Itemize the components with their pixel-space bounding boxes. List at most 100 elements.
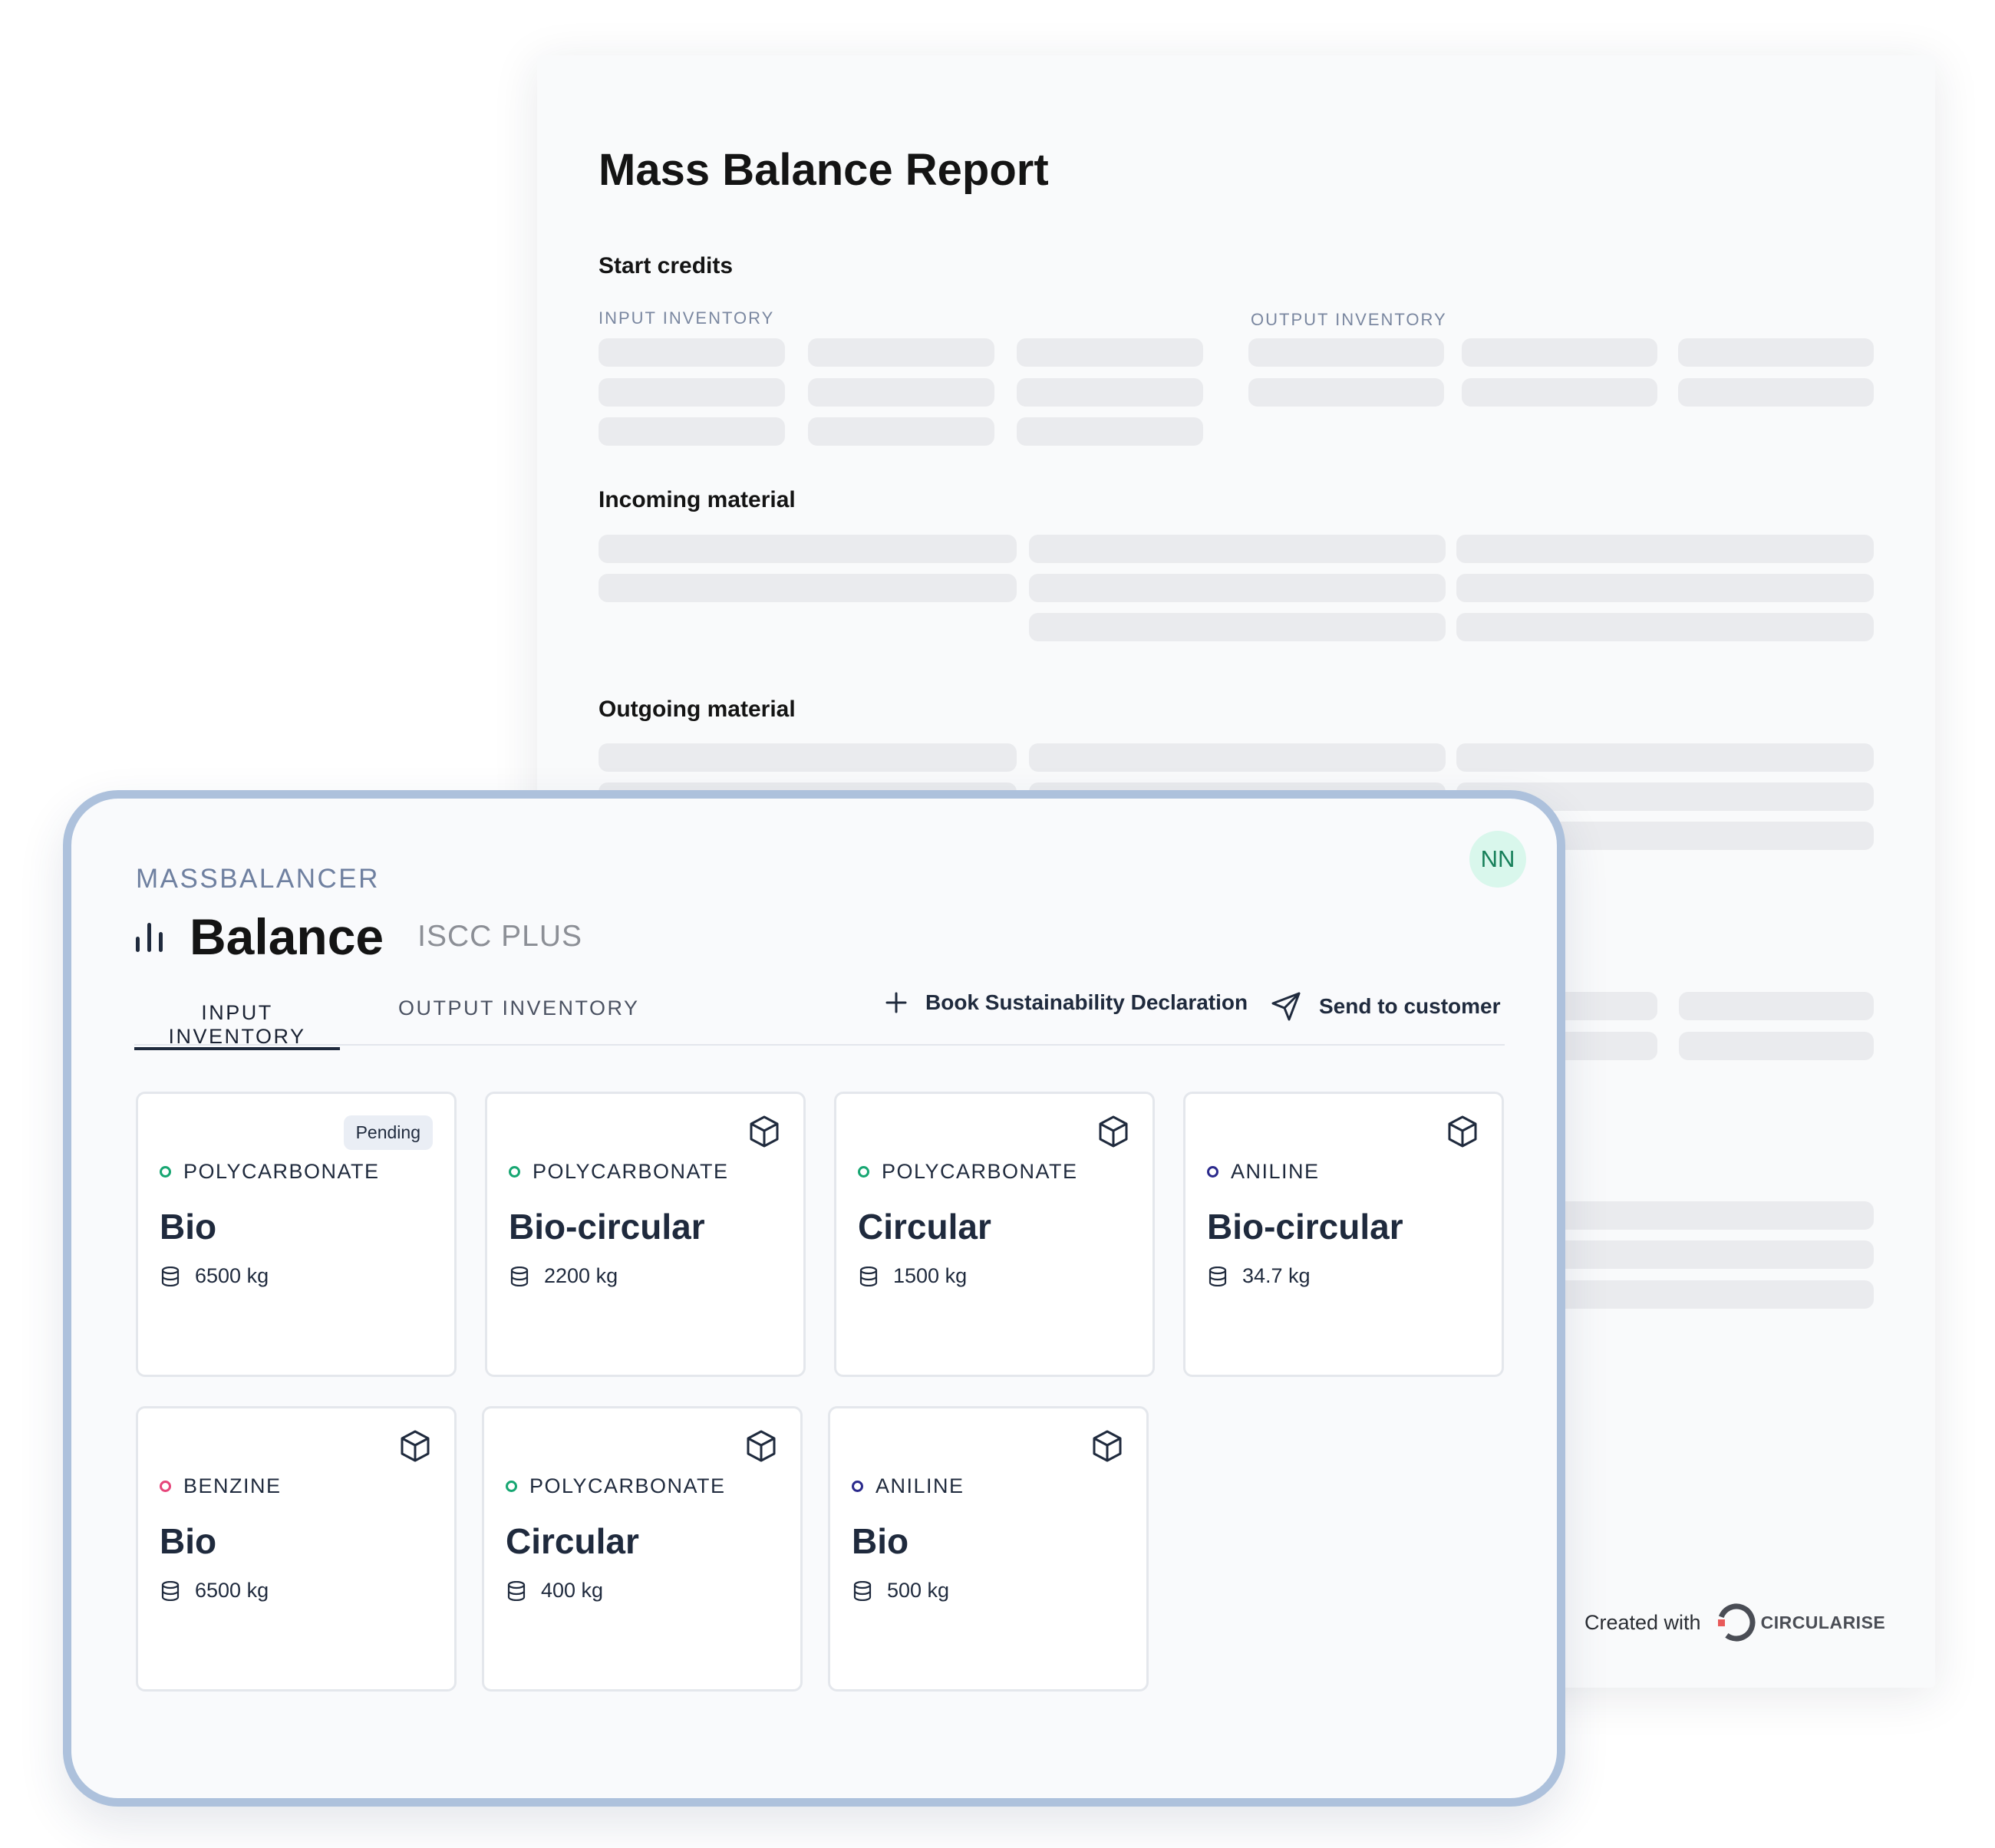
skeleton-cell (808, 338, 994, 367)
created-with-text: Created with (1584, 1610, 1701, 1634)
skeleton-cell (1462, 338, 1657, 367)
output-inventory-label: OUTPUT INVENTORY (1251, 310, 1447, 329)
inventory-card[interactable]: Pending POLYCARBONATE Bio 6500 kg (136, 1092, 457, 1377)
skeleton-cell (598, 378, 785, 407)
page-title: Balance (190, 908, 384, 965)
package-icon (750, 1115, 779, 1148)
send-to-customer-label: Send to customer (1319, 994, 1501, 1018)
quantity: 1500 kg (859, 1264, 967, 1288)
skeleton-cell (1679, 1032, 1874, 1060)
quantity-value: 1500 kg (893, 1264, 968, 1287)
package-icon (1099, 1115, 1128, 1148)
material-name: ANILINE (1231, 1160, 1320, 1183)
credit-type: Circular (506, 1521, 639, 1561)
quantity-value: 400 kg (541, 1579, 604, 1602)
circularise-logo: CIRCULARISE (1715, 1601, 1886, 1644)
database-icon (859, 1266, 878, 1286)
status-dot-icon (852, 1481, 863, 1492)
database-icon (507, 1580, 526, 1601)
input-inventory-label: INPUT INVENTORY (598, 308, 775, 328)
book-declaration-label: Book Sustainability Declaration (925, 990, 1248, 1014)
skeleton-cell (808, 378, 994, 407)
bar-chart-icon (136, 923, 163, 952)
quantity-value: 500 kg (887, 1579, 950, 1602)
quantity: 6500 kg (161, 1579, 269, 1603)
inventory-card[interactable]: ANILINE Bio-circular 34.7 kg (1183, 1092, 1504, 1377)
tab-input-inventory[interactable]: INPUT INVENTORY (134, 995, 340, 1050)
send-icon (1271, 992, 1301, 1021)
plus-icon (885, 992, 907, 1013)
material-name: POLYCARBONATE (183, 1160, 380, 1183)
material-label: POLYCARBONATE (160, 1160, 380, 1184)
status-dot-icon (509, 1166, 520, 1178)
material-label: POLYCARBONATE (509, 1160, 729, 1184)
skeleton-cell (1029, 613, 1446, 641)
material-label: ANILINE (1207, 1160, 1320, 1184)
status-dot-icon (858, 1166, 869, 1178)
material-label: BENZINE (160, 1474, 282, 1498)
skeleton-cell (1456, 613, 1874, 641)
credit-type: Bio-circular (509, 1207, 705, 1247)
material-name: ANILINE (875, 1474, 965, 1497)
database-icon (161, 1266, 180, 1286)
credit-type: Bio (160, 1521, 217, 1561)
app-label: MASSBALANCER (136, 864, 380, 894)
database-icon (1209, 1266, 1227, 1286)
inventory-card[interactable]: POLYCARBONATE Circular 400 kg (482, 1406, 803, 1692)
status-dot-icon (1207, 1166, 1218, 1178)
status-dot-icon (160, 1481, 171, 1492)
inventory-card[interactable]: ANILINE Bio 500 kg (828, 1406, 1149, 1692)
material-label: ANILINE (852, 1474, 965, 1498)
skeleton-cell (1017, 338, 1203, 367)
skeleton-cell (1248, 378, 1444, 407)
skeleton-cell (1462, 378, 1657, 407)
quantity-value: 34.7 kg (1242, 1264, 1311, 1287)
quantity: 400 kg (507, 1579, 603, 1603)
book-sustainability-declaration-button[interactable]: Book Sustainability Declaration (884, 990, 1248, 1015)
tab-output-inventory[interactable]: OUTPUT INVENTORY (391, 990, 648, 1020)
skeleton-cell (1017, 378, 1203, 407)
material-label: POLYCARBONATE (858, 1160, 1078, 1184)
database-icon (161, 1580, 180, 1601)
page-header: Balance ISCC PLUS (134, 908, 582, 966)
inventory-card[interactable]: POLYCARBONATE Circular 1500 kg (834, 1092, 1155, 1377)
skeleton-cell (598, 743, 1017, 772)
skeleton-cell (1678, 338, 1874, 367)
skeleton-cell (1248, 338, 1444, 367)
skeleton-cell (598, 574, 1017, 602)
send-to-customer-button[interactable]: Send to customer (1270, 990, 1500, 1023)
credit-type: Bio-circular (1207, 1207, 1403, 1247)
quantity-value: 6500 kg (195, 1579, 269, 1602)
material-name: POLYCARBONATE (882, 1160, 1078, 1183)
skeleton-cell (1029, 574, 1446, 602)
inventory-card[interactable]: BENZINE Bio 6500 kg (136, 1406, 457, 1692)
material-name: POLYCARBONATE (529, 1474, 726, 1497)
material-name: BENZINE (183, 1474, 282, 1497)
skeleton-cell (1679, 992, 1874, 1020)
material-name: POLYCARBONATE (533, 1160, 729, 1183)
material-label: POLYCARBONATE (506, 1474, 726, 1498)
circularise-ring-icon (1717, 1603, 1756, 1642)
package-icon (401, 1430, 430, 1462)
status-badge: Pending (343, 1115, 433, 1150)
credit-type: Bio (852, 1521, 909, 1561)
quantity: 34.7 kg (1209, 1264, 1311, 1288)
section-outgoing-material: Outgoing material (598, 697, 796, 722)
package-icon (1093, 1430, 1122, 1462)
skeleton-cell (808, 417, 994, 446)
quantity: 2200 kg (510, 1264, 618, 1288)
brand-name: CIRCULARISE (1760, 1612, 1886, 1632)
user-avatar[interactable]: NN (1469, 831, 1526, 888)
skeleton-cell (598, 417, 785, 446)
quantity: 6500 kg (161, 1264, 269, 1288)
skeleton-cell (1456, 743, 1874, 772)
massbalancer-app-window: MASSBALANCER Balance ISCC PLUS NN INPUT … (63, 790, 1565, 1807)
quantity-value: 6500 kg (195, 1264, 269, 1287)
credit-type: Bio (160, 1207, 217, 1247)
skeleton-cell (1029, 535, 1446, 563)
report-footer: Created with CIRCULARISE (1584, 1601, 1885, 1644)
inventory-card[interactable]: POLYCARBONATE Bio-circular 2200 kg (485, 1092, 806, 1377)
certification-label: ISCC PLUS (417, 920, 583, 953)
section-start-credits: Start credits (598, 253, 734, 278)
skeleton-cell (1456, 535, 1874, 563)
